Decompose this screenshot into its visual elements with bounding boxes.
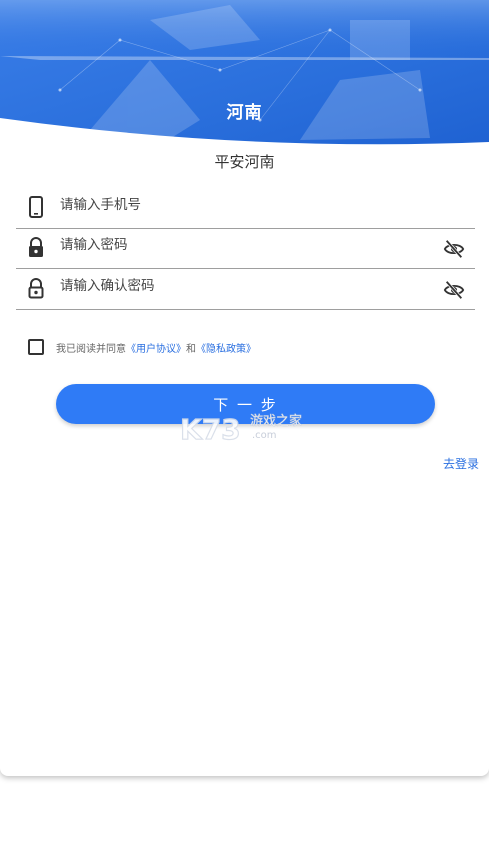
- user-agreement-link[interactable]: 《用户协议》: [126, 344, 186, 355]
- eye-off-icon[interactable]: [443, 238, 465, 260]
- watermark-domain: .com: [252, 430, 277, 441]
- watermark: K73 游戏之家 .com: [179, 409, 310, 447]
- banner-background: [0, 0, 489, 150]
- privacy-policy-link[interactable]: 《隐私政策》: [196, 344, 256, 355]
- password-field: [16, 228, 475, 269]
- watermark-name: 游戏之家: [250, 413, 302, 429]
- phone-icon: [29, 196, 43, 218]
- confirm-password-input[interactable]: [60, 273, 420, 299]
- eye-off-icon[interactable]: [443, 279, 465, 301]
- app-subtitle: 平安河南: [214, 153, 275, 171]
- agreement-text: 我已阅读并同意《用户协议》和《隐私政策》: [56, 340, 256, 355]
- agreement-and: 和: [186, 344, 196, 355]
- go-login-link[interactable]: 去登录: [443, 455, 479, 472]
- k73-watermark-logo: K73 游戏之家 .com: [179, 412, 302, 446]
- page-title: 河南: [226, 103, 263, 123]
- agreement-checkbox[interactable]: [28, 339, 44, 355]
- watermark-brand: K73: [180, 413, 241, 443]
- phone-field: [16, 188, 475, 229]
- register-card: 河南 平安河南 请输入手机号 我已阅读并同意《用户协议》和《隐私政策》 下 一 …: [0, 0, 489, 776]
- lock-open-icon: [28, 278, 44, 299]
- password-input[interactable]: [60, 232, 420, 258]
- agreement-prefix: 我已阅读并同意: [56, 344, 126, 355]
- header-banner: 河南: [0, 0, 489, 150]
- phone-input[interactable]: [60, 192, 420, 218]
- lock-icon: [29, 237, 43, 257]
- confirm-password-field: [16, 269, 475, 310]
